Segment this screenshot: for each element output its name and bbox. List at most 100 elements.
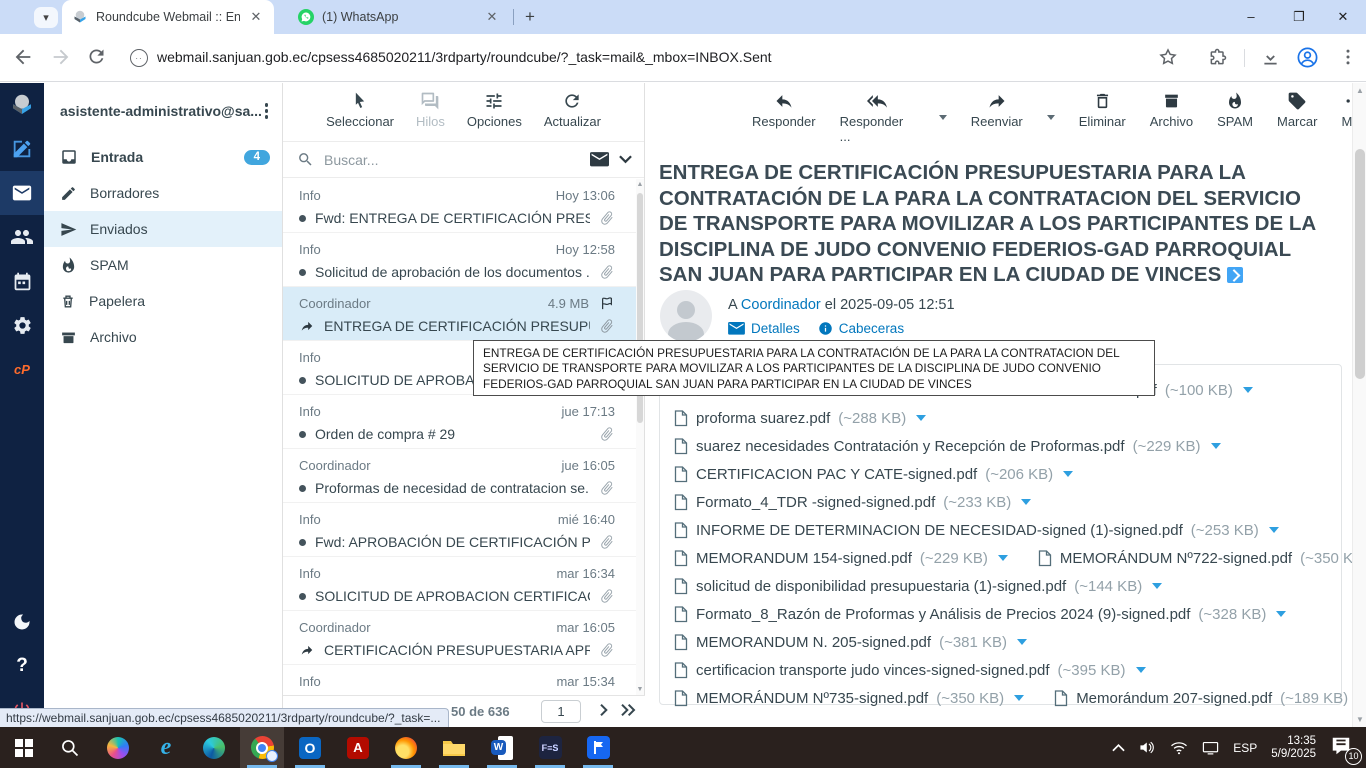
message-row[interactable]: Coordinadorjue 16:05 Proformas de necesi… <box>283 449 637 503</box>
delete-button[interactable]: Eliminar <box>1079 91 1126 141</box>
attachment-caret-icon[interactable] <box>1017 639 1027 645</box>
reply-button[interactable]: Responder <box>752 91 816 141</box>
cpanel-logo[interactable]: cP <box>0 347 44 391</box>
sidebar-item-entrada[interactable]: Entrada 4 <box>44 139 282 175</box>
select-button[interactable]: Seleccionar <box>326 91 394 141</box>
external-link-icon[interactable] <box>1227 267 1243 283</box>
account-header[interactable]: asistente-administrativo@sa... <box>44 83 282 139</box>
attachment-item[interactable]: certificacion transporte judo vinces-sig… <box>674 662 1146 679</box>
attachment-caret-icon[interactable] <box>1021 499 1031 505</box>
threads-button[interactable]: Hilos <box>416 91 445 141</box>
attachment-item[interactable]: MEMORANDUM N. 205-signed.pdf (~381 KB) <box>674 634 1027 651</box>
message-row-selected[interactable]: Coordinador4.9 MB ENTREGA DE CERTIFICACI… <box>283 287 637 341</box>
forward-button[interactable]: Reenviar <box>971 91 1023 141</box>
new-tab-button[interactable]: + <box>520 7 540 27</box>
help-icon[interactable]: ? <box>0 644 44 688</box>
wifi-icon[interactable] <box>1170 741 1188 755</box>
notification-center-icon[interactable]: 10 <box>1330 735 1356 761</box>
sidebar-item-spam[interactable]: SPAM <box>44 247 282 283</box>
attachment-item[interactable]: suarez necesidades Contratación y Recepc… <box>674 438 1221 455</box>
back-icon[interactable] <box>12 46 36 70</box>
headers-link[interactable]: Cabeceras <box>818 321 904 336</box>
archive-button[interactable]: Archivo <box>1150 91 1193 141</box>
dark-mode-moon-icon[interactable] <box>0 600 44 644</box>
scroll-up-icon[interactable]: ▲ <box>636 181 644 188</box>
list-scrollbar[interactable]: ▲ ▼ <box>636 179 644 695</box>
scrollbar-thumb[interactable] <box>1355 149 1365 379</box>
internet-explorer-icon[interactable]: e <box>144 727 188 768</box>
word-icon[interactable]: W <box>480 727 524 768</box>
downloads-icon[interactable] <box>1260 47 1284 71</box>
attachment-caret-icon[interactable] <box>1136 667 1146 673</box>
search-scope-envelope-icon[interactable] <box>590 152 609 168</box>
taskbar-clock[interactable]: 13:35 5/9/2025 <box>1271 735 1316 761</box>
attachment-item[interactable]: Formato_8_Razón de Proformas y Análisis … <box>674 606 1286 623</box>
attachment-caret-icon[interactable] <box>1276 611 1286 617</box>
window-close-button[interactable]: ✕ <box>1320 0 1366 33</box>
flag-icon[interactable] <box>599 296 615 311</box>
contacts-icon[interactable] <box>0 215 44 259</box>
attachment-caret-icon[interactable] <box>1243 387 1253 393</box>
volume-icon[interactable] <box>1139 740 1156 755</box>
attachment-item[interactable]: CERTIFICACION PAC Y CATE-signed.pdf (~20… <box>674 466 1073 483</box>
attachment-caret-icon[interactable] <box>916 415 926 421</box>
refresh-button[interactable]: Actualizar <box>544 91 601 141</box>
extensions-icon[interactable] <box>1208 47 1232 71</box>
forward-caret-icon[interactable] <box>1047 115 1055 120</box>
message-row[interactable]: Infomar 15:34 <box>283 665 637 695</box>
browser-menu-icon[interactable] <box>1338 47 1362 71</box>
address-bar[interactable]: webmail.sanjuan.gob.ec/cpsess4685020211/… <box>157 49 772 65</box>
fes-app-icon[interactable]: F≡S <box>528 727 572 768</box>
search-input[interactable] <box>324 152 580 168</box>
attachment-caret-icon[interactable] <box>998 555 1008 561</box>
profile-avatar-icon[interactable] <box>1296 46 1320 70</box>
site-info-icon[interactable]: ·· <box>130 49 148 67</box>
sidebar-item-archivo[interactable]: Archivo <box>44 319 282 355</box>
scroll-down-icon[interactable]: ▼ <box>1353 715 1366 724</box>
search-options-chevron-icon[interactable] <box>619 155 632 164</box>
attachment-item[interactable]: solicitud de disponibilidad presupuestar… <box>674 578 1162 595</box>
outlook-icon[interactable]: O <box>288 727 332 768</box>
attachment-caret-icon[interactable] <box>1063 471 1073 477</box>
details-link[interactable]: Detalles <box>728 321 800 336</box>
mail-module-icon[interactable] <box>0 171 44 215</box>
language-indicator[interactable]: ESP <box>1233 741 1257 755</box>
recipient-link[interactable]: Coordinador <box>741 297 821 313</box>
message-row[interactable]: Infomié 16:40 Fwd: APROBACIÓN DE CERTIFI… <box>283 503 637 557</box>
settings-gear-icon[interactable] <box>0 303 44 347</box>
scroll-up-icon[interactable]: ▲ <box>1353 86 1366 95</box>
calendar-icon[interactable] <box>0 259 44 303</box>
page-input[interactable]: 1 <box>541 700 581 723</box>
flag-app-icon[interactable] <box>576 727 620 768</box>
forward-icon[interactable] <box>50 46 74 70</box>
attachment-caret-icon[interactable] <box>1152 583 1162 589</box>
acrobat-icon[interactable]: A <box>336 727 380 768</box>
start-button[interactable] <box>2 727 46 768</box>
tab-close-icon[interactable]: ✕ <box>484 9 500 25</box>
reply-all-caret-icon[interactable] <box>939 115 947 120</box>
window-minimize-button[interactable]: – <box>1228 0 1274 33</box>
message-row[interactable]: Infomar 16:34 SOLICITUD DE APROBACION CE… <box>283 557 637 611</box>
connect-display-icon[interactable] <box>1202 740 1219 755</box>
attachment-item[interactable]: INFORME DE DETERMINACION DE NECESIDAD-si… <box>674 522 1279 539</box>
copilot-icon[interactable] <box>96 727 140 768</box>
firefox-icon[interactable] <box>384 727 428 768</box>
attachment-item[interactable]: Memorándum 207-signed.pdf (~189 KB) <box>1054 690 1366 707</box>
message-row[interactable]: InfoHoy 12:58 Solicitud de aprobación de… <box>283 233 637 287</box>
attachment-caret-icon[interactable] <box>1211 443 1221 449</box>
chrome-icon[interactable] <box>240 727 284 768</box>
tab-close-icon[interactable]: ✕ <box>248 9 264 25</box>
sidebar-item-enviados[interactable]: Enviados <box>44 211 282 247</box>
compose-icon[interactable] <box>0 127 44 171</box>
message-row[interactable]: InfoHoy 13:06 Fwd: ENTREGA DE CERTIFICAC… <box>283 179 637 233</box>
attachment-caret-icon[interactable] <box>1014 695 1024 701</box>
edge-icon[interactable] <box>192 727 236 768</box>
reload-icon[interactable] <box>86 46 110 70</box>
sidebar-item-papelera[interactable]: Papelera <box>44 283 282 319</box>
mark-button[interactable]: Marcar <box>1277 91 1317 141</box>
options-button[interactable]: Opciones <box>467 91 522 141</box>
file-explorer-icon[interactable] <box>432 727 476 768</box>
taskbar-search-icon[interactable] <box>48 727 92 768</box>
reply-all-button[interactable]: Responder ... <box>840 91 915 141</box>
attachment-item[interactable]: Formato_4_TDR -signed-signed.pdf (~233 K… <box>674 494 1031 511</box>
